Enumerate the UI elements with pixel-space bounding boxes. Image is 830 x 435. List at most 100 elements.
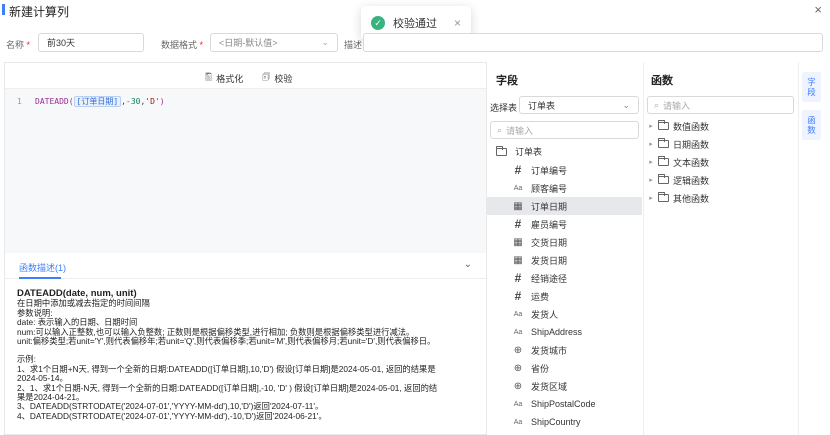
field-item[interactable]: ⊕ 发货区域 <box>487 377 642 395</box>
globe-icon: ⊕ <box>513 362 523 374</box>
code-string: 'D' <box>145 97 160 106</box>
validate-icon: 🗊 <box>262 72 271 82</box>
line-number: 1 <box>17 97 22 106</box>
number-type-icon: # <box>514 271 522 285</box>
globe-icon: ⊕ <box>513 380 523 392</box>
panel-divider <box>643 62 644 435</box>
function-category[interactable]: ▸ 日期函数 <box>646 135 796 153</box>
calendar-icon: ▦ <box>513 236 523 248</box>
validate-button-label: 校验 <box>274 73 293 84</box>
field-item[interactable]: ⊕ 省份 <box>487 359 642 377</box>
field-item[interactable]: ▦ 发货日期 <box>487 251 642 269</box>
field-item[interactable]: Aa ShipAddress <box>487 323 642 341</box>
table-select[interactable]: 订单表 ⌄ <box>519 96 639 114</box>
format-button-label: 格式化 <box>216 73 244 84</box>
tab-function-description[interactable]: 函数描述(1) <box>19 261 66 274</box>
function-signature: DATEADD(date, num, unit) <box>17 288 137 299</box>
calendar-icon: ▦ <box>513 254 523 266</box>
field-search-input[interactable]: ⌕ 请输入 <box>490 121 639 139</box>
field-item[interactable]: Aa 发货人 <box>487 305 642 323</box>
chevron-down-icon: ⌄ <box>622 99 630 110</box>
function-category[interactable]: ▸ 数值函数 <box>646 117 796 135</box>
field-item[interactable]: # 运费 <box>487 287 642 305</box>
format-select[interactable]: <日期-默认值> ⌄ <box>210 33 338 52</box>
folder-icon <box>658 156 669 166</box>
text-type-icon: Aa <box>513 310 523 318</box>
folder-icon <box>658 174 669 184</box>
format-icon: 🖺 <box>205 72 213 82</box>
function-category[interactable]: ▸ 其他函数 <box>646 189 796 207</box>
function-search-input[interactable]: ⌕ 请输入 <box>647 96 794 114</box>
name-input[interactable]: 前30天 <box>38 33 144 52</box>
text-type-icon: Aa <box>513 184 523 192</box>
function-category[interactable]: ▸ 文本函数 <box>646 153 796 171</box>
format-button[interactable]: 🖺 格式化 <box>205 70 243 86</box>
table-node[interactable]: 订单表 <box>494 145 542 158</box>
globe-icon: ⊕ <box>513 344 523 356</box>
caret-right-icon: ▸ <box>649 159 653 166</box>
field-item[interactable]: # 订单编号 <box>487 161 642 179</box>
desc-line: 1、求1个日期+N天, 得到一个全新的日期:DATEADD([订单日期],10,… <box>17 363 436 374</box>
field-item[interactable]: Aa ShipCountry <box>487 413 642 431</box>
function-category[interactable]: ▸ 逻辑函数 <box>646 171 796 189</box>
desc-line: unit:偏移类型;若unit='Y',则代表偏移年;若unit='Q',则代表… <box>17 336 436 347</box>
code-text[interactable]: DATEADD([订单日期] ,-30,'D') <box>35 96 165 107</box>
caret-right-icon: ▸ <box>649 195 653 202</box>
desc-line: 4、DATEADD(STRTODATE('2024-07-01','YYYY-M… <box>17 410 327 421</box>
field-item[interactable]: # 雇员编号 <box>487 215 642 233</box>
select-table-label: 选择表 <box>490 103 518 113</box>
fields-panel-title: 字段 <box>496 75 518 87</box>
dialog-title: 新建计算列 <box>9 5 70 19</box>
desc-line: 在日期中添加或减去指定的时间间隔 <box>17 298 150 309</box>
validate-button[interactable]: 🗊 校验 <box>262 70 292 86</box>
field-item[interactable]: ⊕ 发货城市 <box>487 341 642 359</box>
number-type-icon: # <box>514 217 522 231</box>
folder-icon <box>658 192 669 202</box>
code-field-token[interactable]: [订单日期] <box>73 96 122 107</box>
format-label: 数据格式 * <box>161 40 204 50</box>
text-type-icon: Aa <box>513 418 523 426</box>
text-type-icon: Aa <box>513 328 523 336</box>
calendar-icon: ▦ <box>513 200 523 212</box>
editor-toolbar: 🖺 格式化 🗊 校验 <box>5 63 486 89</box>
name-label: 名称 * <box>6 40 31 50</box>
desc-line <box>17 346 474 355</box>
field-item-selected[interactable]: ▦ 订单日期 <box>487 197 642 215</box>
collapse-chevron-icon[interactable]: ⌄ <box>464 259 472 270</box>
code-function: DATEADD( <box>35 97 74 106</box>
description-label: 描述 <box>344 40 363 50</box>
chevron-down-icon: ⌄ <box>321 37 329 47</box>
code-line[interactable]: 1 DATEADD([订单日期] ,-30,'D') <box>5 95 486 109</box>
description-input[interactable] <box>363 33 823 52</box>
side-tab-functions[interactable]: 函数 <box>802 110 821 140</box>
table-select-value: 订单表 <box>528 100 556 111</box>
toast-message: 校验通过 <box>393 18 437 30</box>
field-item[interactable]: # 经销途径 <box>487 269 642 287</box>
table-node-label: 订单表 <box>515 147 543 157</box>
toast-close-icon[interactable]: × <box>454 16 461 30</box>
search-icon: ⌕ <box>654 99 660 110</box>
function-description-header: 函数描述(1) ⌄ <box>5 253 486 279</box>
folder-icon <box>658 138 669 148</box>
function-description-body: DATEADD(date, num, unit) 在日期中添加或减去指定的时间间… <box>5 279 486 434</box>
field-item[interactable]: Aa ShipPostalCode <box>487 395 642 413</box>
field-item[interactable]: Aa 顾客编号 <box>487 179 642 197</box>
caret-right-icon: ▸ <box>649 177 653 184</box>
text-type-icon: Aa <box>513 400 523 408</box>
caret-right-icon: ▸ <box>649 141 653 148</box>
check-circle-icon: ✓ <box>371 16 385 30</box>
search-icon: ⌕ <box>497 124 503 135</box>
function-search-placeholder: 请输入 <box>663 100 691 111</box>
number-type-icon: # <box>514 163 522 177</box>
field-item[interactable]: ▦ 交货日期 <box>487 233 642 251</box>
close-icon[interactable]: × <box>814 2 822 17</box>
side-tab-fields[interactable]: 字段 <box>802 72 821 102</box>
code-close-paren: ) <box>159 97 165 106</box>
field-search-placeholder: 请输入 <box>506 125 534 136</box>
number-type-icon: # <box>514 289 522 303</box>
formula-editor: 🖺 格式化 🗊 校验 1 DATEADD([订单日期] ,-30,'D') 函数描… <box>4 62 487 435</box>
code-number: -30 <box>126 97 141 106</box>
folder-icon <box>658 120 669 130</box>
side-divider <box>798 62 799 435</box>
functions-panel-title: 函数 <box>651 75 673 87</box>
